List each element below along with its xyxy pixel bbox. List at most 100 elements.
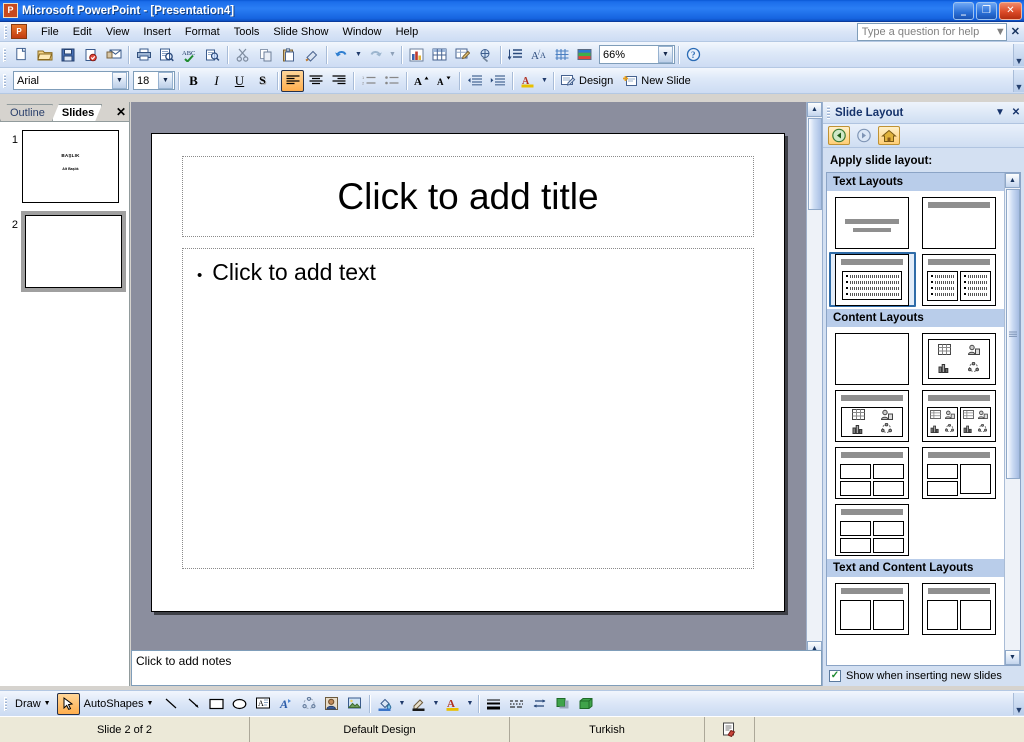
forward-icon[interactable]: [853, 126, 875, 145]
insert-wordart-icon[interactable]: A: [274, 693, 297, 715]
open-icon[interactable]: [33, 44, 56, 66]
align-center-button[interactable]: [304, 70, 327, 92]
new-slide-button[interactable]: New Slide: [619, 72, 697, 90]
spell-check-icon[interactable]: [705, 717, 755, 742]
increase-indent-button[interactable]: [486, 70, 509, 92]
minimize-button[interactable]: _: [953, 1, 974, 20]
list-item[interactable]: 2: [0, 211, 129, 292]
research-icon[interactable]: [201, 44, 224, 66]
tab-slides[interactable]: Slides: [52, 104, 102, 121]
font-color-dropdown-icon[interactable]: ▼: [464, 693, 475, 715]
insert-chart-icon[interactable]: [405, 44, 428, 66]
menu-view[interactable]: View: [99, 23, 137, 41]
fill-color-dropdown-icon[interactable]: ▼: [396, 693, 407, 715]
drawing-toolbar-grip[interactable]: [4, 696, 7, 711]
redo-dropdown-icon[interactable]: ▼: [387, 44, 398, 66]
layout-title-text-and-content[interactable]: [829, 581, 916, 636]
font-color-button[interactable]: A: [516, 70, 539, 92]
3d-style-icon[interactable]: [574, 693, 597, 715]
text-shadow-button[interactable]: S: [251, 70, 274, 92]
dash-style-icon[interactable]: [505, 693, 528, 715]
slide-canvas[interactable]: Click to add title • Click to add text: [151, 133, 785, 612]
toolbar-options-formatting[interactable]: ▼: [1013, 69, 1024, 92]
zoom-combo[interactable]: 66% ▼: [599, 45, 675, 64]
menu-window[interactable]: Window: [335, 23, 388, 41]
bullets-button[interactable]: [380, 70, 403, 92]
restore-button[interactable]: ❐: [976, 1, 997, 20]
align-left-button[interactable]: [281, 69, 304, 92]
line-icon[interactable]: [159, 693, 182, 715]
text-box-icon[interactable]: A: [251, 693, 274, 715]
draw-menu-button[interactable]: Draw ▼: [11, 695, 57, 713]
task-pane-grip[interactable]: [827, 106, 830, 119]
menu-help[interactable]: Help: [389, 23, 426, 41]
design-button[interactable]: Design: [557, 72, 619, 90]
menu-file[interactable]: File: [34, 23, 66, 41]
rectangle-icon[interactable]: [205, 693, 228, 715]
save-icon[interactable]: [56, 44, 79, 66]
font-color-dropdown-icon[interactable]: ▼: [539, 70, 550, 92]
email-icon[interactable]: [102, 44, 125, 66]
copy-icon[interactable]: [254, 44, 277, 66]
show-grid-icon[interactable]: [550, 44, 573, 66]
chevron-down-icon[interactable]: ▼: [992, 107, 1008, 118]
scroll-up-button[interactable]: ▲: [807, 102, 822, 117]
close-panel-icon[interactable]: ✕: [113, 105, 129, 121]
permission-icon[interactable]: [79, 44, 102, 66]
menu-edit[interactable]: Edit: [66, 23, 99, 41]
slide-thumbnail-2[interactable]: [21, 211, 126, 292]
cut-icon[interactable]: [231, 44, 254, 66]
insert-picture-icon[interactable]: [343, 693, 366, 715]
insert-hyperlink-icon[interactable]: [474, 44, 497, 66]
formatting-toolbar-grip[interactable]: [3, 73, 6, 88]
print-preview-icon[interactable]: [155, 44, 178, 66]
insert-table-icon[interactable]: [428, 44, 451, 66]
spelling-icon[interactable]: ABC: [178, 44, 201, 66]
numbering-button[interactable]: 12: [357, 70, 380, 92]
close-question-box-icon[interactable]: ✕: [1011, 25, 1020, 38]
ask-a-question-input[interactable]: Type a question for help ▼: [856, 22, 1007, 41]
fill-color-icon[interactable]: [373, 693, 396, 715]
new-icon[interactable]: [10, 44, 33, 66]
chevron-down-icon[interactable]: ▼: [995, 26, 1006, 38]
menu-insert[interactable]: Insert: [136, 23, 178, 41]
redo-icon[interactable]: [364, 44, 387, 66]
font-size-combo[interactable]: 18 ▼: [133, 71, 175, 90]
task-pane-scrollbar-thumb[interactable]: [1005, 189, 1020, 479]
toolbar-options-drawing[interactable]: ▼: [1013, 692, 1024, 715]
layout-title-and-two-content[interactable]: [916, 388, 1003, 443]
layout-title-and-2-column-text[interactable]: [916, 252, 1003, 307]
expand-all-icon[interactable]: [504, 44, 527, 66]
layout-title-and-text[interactable]: [829, 252, 916, 307]
home-icon[interactable]: [878, 126, 900, 145]
help-icon[interactable]: ?: [682, 44, 705, 66]
layout-title-content-and-text[interactable]: [916, 581, 1003, 636]
line-color-dropdown-icon[interactable]: ▼: [430, 693, 441, 715]
menu-tools[interactable]: Tools: [227, 23, 267, 41]
align-right-button[interactable]: [327, 70, 350, 92]
font-color-icon[interactable]: A: [441, 693, 464, 715]
title-placeholder[interactable]: Click to add title: [182, 156, 754, 237]
select-objects-icon[interactable]: [56, 692, 80, 715]
layout-title-and-content[interactable]: [829, 388, 916, 443]
decrease-font-size-button[interactable]: A: [433, 70, 456, 92]
layout-blank[interactable]: [829, 331, 916, 386]
font-name-combo[interactable]: Arial ▼: [13, 71, 129, 90]
language-indicator[interactable]: Turkish: [510, 717, 705, 742]
task-pane-scrollbar[interactable]: ▲ ▼: [1004, 173, 1020, 665]
chevron-down-icon[interactable]: ▼: [112, 72, 127, 89]
shadow-style-icon[interactable]: [551, 693, 574, 715]
line-style-icon[interactable]: [482, 693, 505, 715]
insert-diagram-icon[interactable]: [297, 693, 320, 715]
oval-icon[interactable]: [228, 693, 251, 715]
show-when-inserting-checkbox[interactable]: ✓: [829, 670, 841, 682]
arrow-style-icon[interactable]: [528, 693, 551, 715]
tables-and-borders-icon[interactable]: [451, 44, 474, 66]
undo-icon[interactable]: [330, 44, 353, 66]
decrease-indent-button[interactable]: [463, 70, 486, 92]
autoshapes-menu-button[interactable]: AutoShapes ▼: [80, 695, 160, 713]
arrow-icon[interactable]: [182, 693, 205, 715]
menu-slide-show[interactable]: Slide Show: [266, 23, 335, 41]
show-when-inserting-row[interactable]: ✓ Show when inserting new slides: [823, 666, 1024, 686]
scrollbar-thumb[interactable]: [807, 118, 822, 210]
